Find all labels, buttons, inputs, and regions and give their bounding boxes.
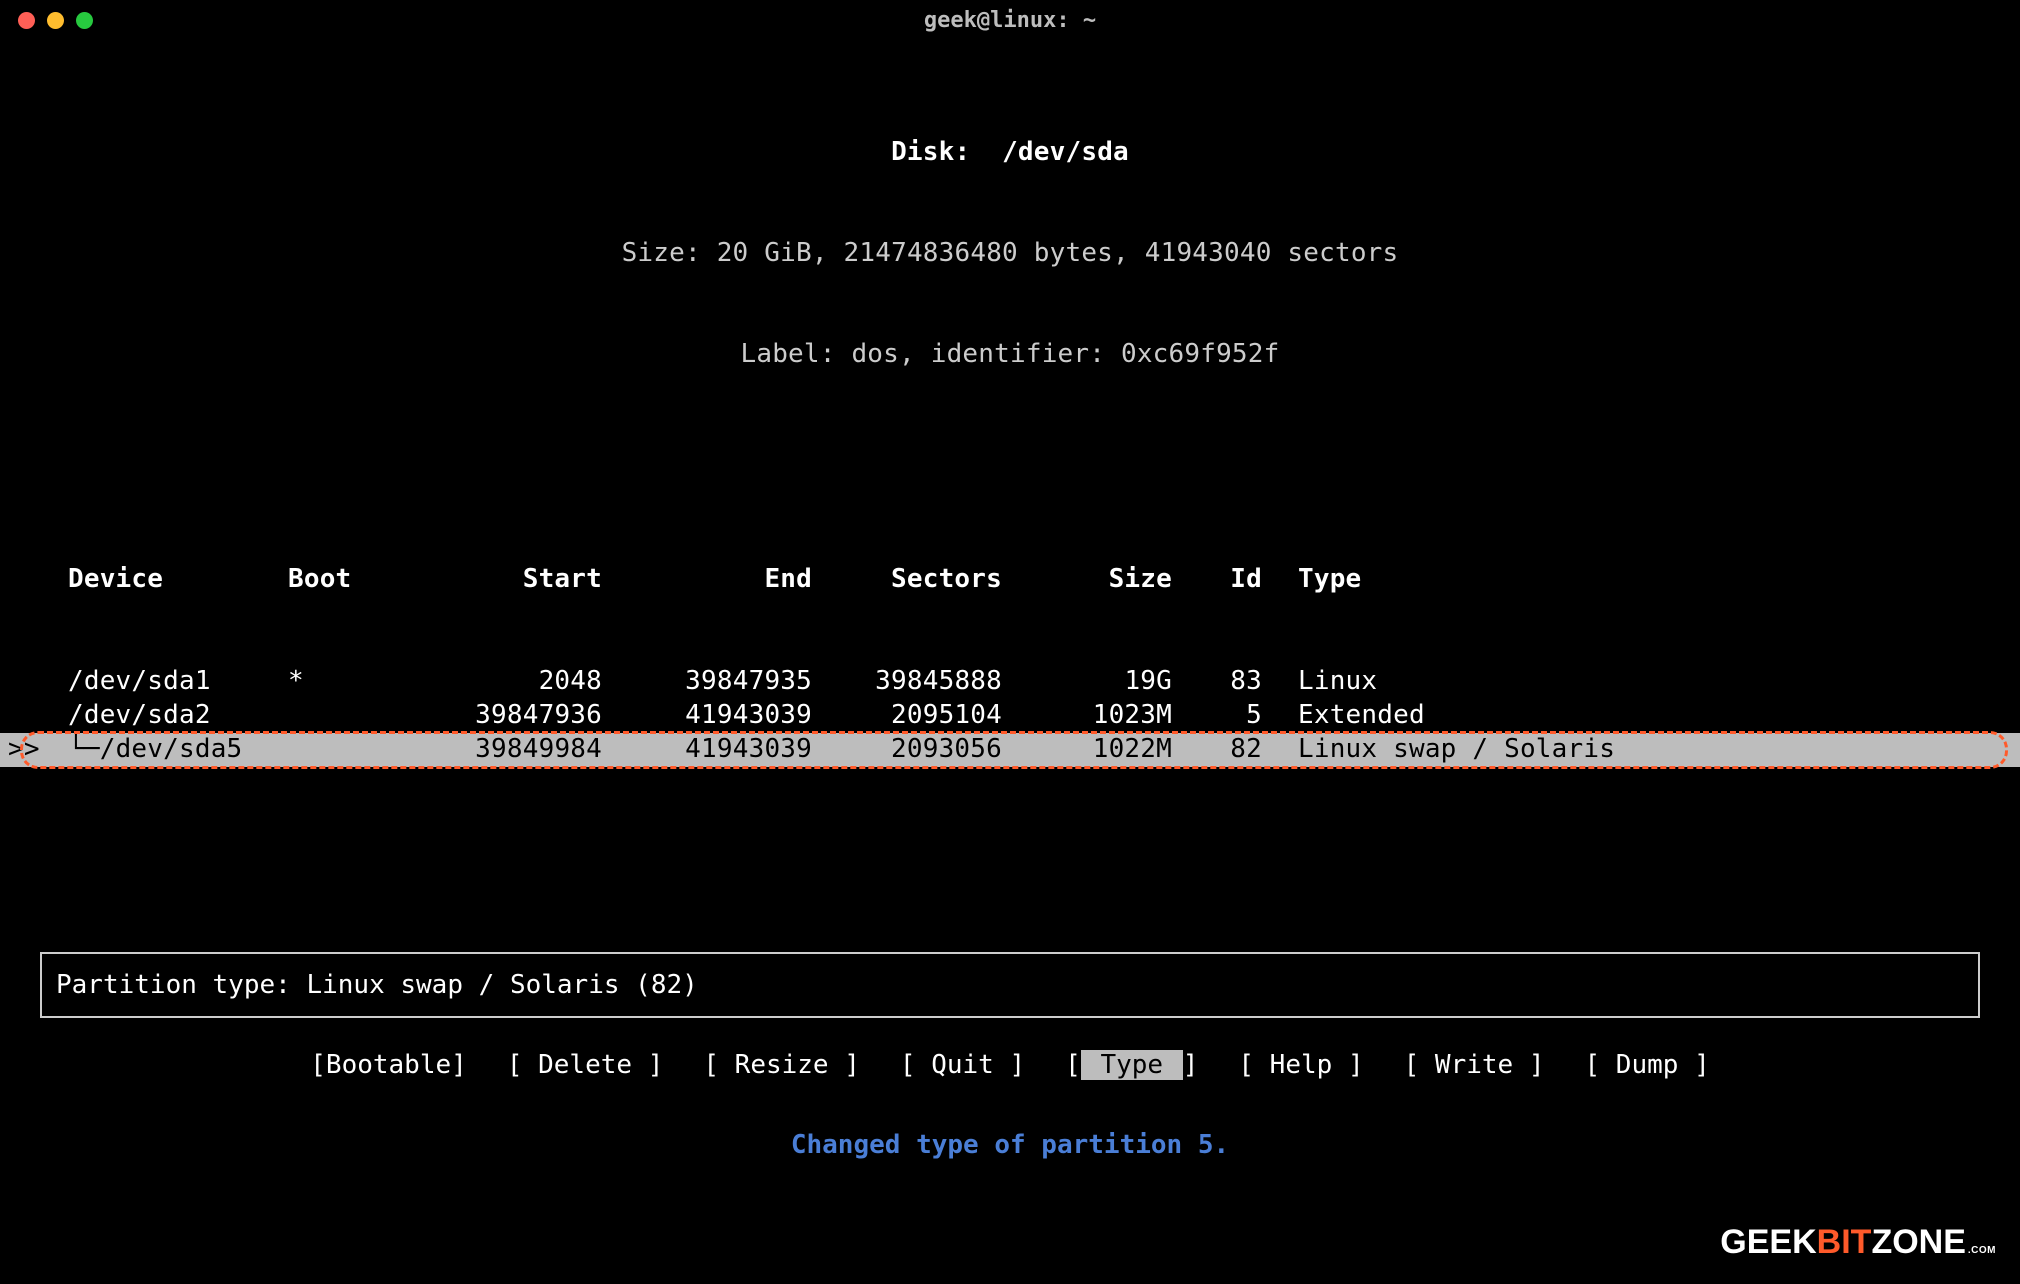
col-size: Size	[1030, 563, 1200, 597]
close-icon[interactable]	[18, 12, 35, 29]
menu-bar: [Bootable] [ Delete ] [ Resize ] [ Quit ] [ …	[0, 1050, 2020, 1080]
cell-start: 39847936	[430, 699, 630, 733]
cell-device: /dev/sda2	[60, 699, 280, 733]
cell-size: 1023M	[1030, 699, 1200, 733]
cell-sectors: 39845888	[840, 665, 1030, 699]
cell-size: 19G	[1030, 665, 1200, 699]
menu-item-type[interactable]: [ Type ]	[1063, 1050, 1200, 1080]
row-prefix: >>	[0, 733, 60, 767]
cell-sectors: 2093056	[840, 733, 1030, 767]
cell-end: 41943039	[630, 699, 840, 733]
cell-boot: *	[280, 665, 430, 699]
cell-end: 39847935	[630, 665, 840, 699]
cell-id: 82	[1200, 733, 1290, 767]
menu-item-write[interactable]: [ Write ]	[1402, 1050, 1547, 1080]
cell-type: Linux swap / Solaris	[1290, 733, 2020, 767]
table-row[interactable]: /dev/sda1*2048398479353984588819G83Linux	[0, 665, 2020, 699]
disk-label: Disk:	[891, 137, 970, 167]
tree-branch-icon: └─	[68, 733, 100, 767]
partition-table: Device Boot Start End Sectors Size Id Ty…	[0, 496, 2020, 835]
cell-end: 41943039	[630, 733, 840, 767]
disk-size-line: Size: 20 GiB, 21474836480 bytes, 4194304…	[0, 237, 2020, 271]
menu-item-delete[interactable]: [ Delete ]	[505, 1050, 666, 1080]
menu-item-resize[interactable]: [ Resize ]	[701, 1050, 862, 1080]
col-end: End	[630, 563, 840, 597]
watermark-dotcom: .COM	[1968, 1245, 1996, 1262]
menu-item-help[interactable]: [ Help ]	[1236, 1050, 1365, 1080]
cell-type: Linux	[1290, 665, 2020, 699]
cell-id: 83	[1200, 665, 1290, 699]
watermark-logo: GEEKBITZONE.COM	[1720, 1223, 1996, 1262]
titlebar: geek@linux: ~	[0, 0, 2020, 40]
menu-item-quit[interactable]: [ Quit ]	[898, 1050, 1027, 1080]
traffic-lights	[18, 12, 93, 29]
cell-sectors: 2095104	[840, 699, 1030, 733]
menu-item-dump[interactable]: [ Dump ]	[1583, 1050, 1712, 1080]
cell-start: 39849984	[430, 733, 630, 767]
maximize-icon[interactable]	[76, 12, 93, 29]
disk-header: Disk: /dev/sda	[0, 136, 2020, 170]
watermark-part2: BIT	[1817, 1223, 1872, 1262]
cell-start: 2048	[430, 665, 630, 699]
watermark-part3: ZONE	[1871, 1223, 1965, 1262]
partition-info-box: Partition type: Linux swap / Solaris (82…	[40, 952, 1980, 1018]
cell-size: 1022M	[1030, 733, 1200, 767]
window-title: geek@linux: ~	[924, 8, 1096, 33]
cell-type: Extended	[1290, 699, 2020, 733]
col-boot: Boot	[280, 563, 430, 597]
cell-device: └─/dev/sda5	[60, 733, 280, 767]
table-row[interactable]: >>└─/dev/sda5 398499844194303920930561022…	[0, 733, 2020, 767]
terminal-content: Disk: /dev/sda Size: 20 GiB, 21474836480…	[0, 40, 2020, 868]
col-id: Id	[1200, 563, 1290, 597]
table-row[interactable]: /dev/sda2 398479364194303920951041023M5Ex…	[0, 699, 2020, 733]
cell-id: 5	[1200, 699, 1290, 733]
col-type: Type	[1290, 563, 2020, 597]
watermark-part1: GEEK	[1720, 1223, 1816, 1262]
table-header: Device Boot Start End Sectors Size Id Ty…	[0, 563, 2020, 597]
disk-device: /dev/sda	[1002, 137, 1129, 167]
minimize-icon[interactable]	[47, 12, 64, 29]
col-start: Start	[430, 563, 630, 597]
col-sectors: Sectors	[840, 563, 1030, 597]
status-message: Changed type of partition 5.	[0, 1130, 2020, 1160]
cell-device: /dev/sda1	[60, 665, 280, 699]
col-device: Device	[60, 563, 280, 597]
menu-item-bootable[interactable]: [Bootable]	[308, 1050, 469, 1080]
partition-info-text: Partition type: Linux swap / Solaris (82…	[56, 970, 698, 1000]
disk-label-line: Label: dos, identifier: 0xc69f952f	[0, 338, 2020, 372]
